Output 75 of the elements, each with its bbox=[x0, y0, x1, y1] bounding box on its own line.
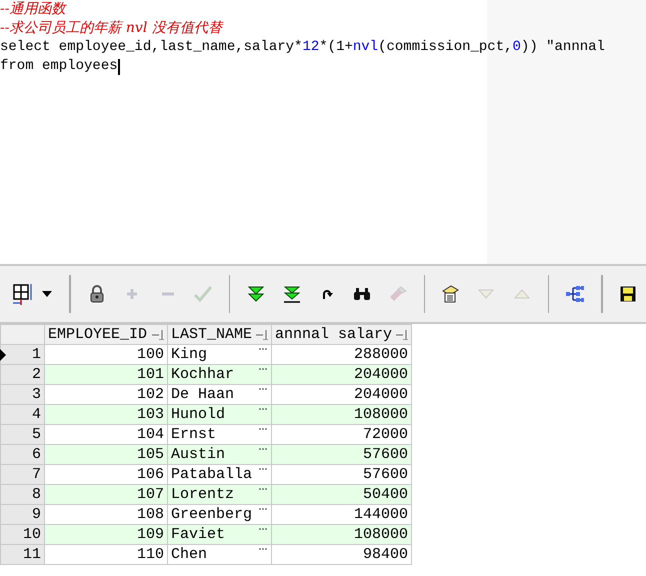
table-cell: Lorentz bbox=[168, 484, 272, 504]
code-token: *(1+ bbox=[319, 38, 353, 57]
sort-indicator-icon bbox=[256, 330, 268, 340]
text-cursor bbox=[118, 58, 120, 74]
ellipsis-icon[interactable] bbox=[258, 446, 268, 452]
ellipsis-icon[interactable] bbox=[258, 486, 268, 492]
triangle-up-icon bbox=[514, 289, 530, 299]
row-number[interactable]: 10 bbox=[0, 524, 44, 544]
table-cell: 109 bbox=[44, 524, 168, 544]
row-number[interactable]: 1 bbox=[0, 344, 44, 364]
arrow-to-end-icon bbox=[284, 286, 300, 302]
table-cell: 110 bbox=[44, 544, 168, 564]
sql-comment: --求公司员工的年薪 nvl 没有值代替 bbox=[0, 19, 222, 38]
minus-icon bbox=[162, 292, 174, 296]
code-token: (commission_pct, bbox=[378, 38, 513, 57]
sql-editor[interactable]: --通用函数 --求公司员工的年薪 nvl 没有值代替 select employee_id,last_name,salary*12*(1+nvl(commission_pct,0)) "annnal from employees bbox=[0, 0, 646, 266]
row-number[interactable]: 5 bbox=[0, 424, 44, 444]
row-number[interactable]: 3 bbox=[0, 384, 44, 404]
eraser-icon bbox=[388, 286, 407, 302]
table-cell: 103 bbox=[44, 404, 168, 424]
ellipsis-icon[interactable] bbox=[258, 366, 268, 372]
row-number[interactable]: 11 bbox=[0, 544, 44, 564]
table-cell: Faviet bbox=[168, 524, 272, 544]
table-cell: 107 bbox=[44, 484, 168, 504]
binoculars-icon bbox=[353, 287, 372, 301]
sort-indicator-icon bbox=[152, 330, 164, 340]
ellipsis-icon[interactable] bbox=[258, 426, 268, 432]
grid-icon bbox=[12, 283, 34, 305]
ellipsis-icon[interactable] bbox=[258, 546, 268, 552]
row-number[interactable]: 9 bbox=[0, 504, 44, 524]
table-cell: 57600 bbox=[272, 444, 412, 464]
refresh-icon bbox=[320, 288, 333, 300]
code-token: )) "annnal bbox=[520, 38, 605, 57]
double-down-arrow-icon bbox=[248, 286, 264, 302]
row-number[interactable]: 4 bbox=[0, 404, 44, 424]
table-cell: Kochhar bbox=[168, 364, 272, 384]
code-token: from employees bbox=[0, 57, 118, 76]
table-cell: 105 bbox=[44, 444, 168, 464]
tree-icon bbox=[565, 285, 586, 303]
save-icon bbox=[620, 286, 636, 302]
column-header[interactable]: LAST_NAME bbox=[168, 324, 272, 344]
sort-indicator-icon bbox=[396, 330, 408, 340]
column-header[interactable]: EMPLOYEE_ID bbox=[44, 324, 168, 344]
row-number[interactable]: 6 bbox=[0, 444, 44, 464]
ellipsis-icon[interactable] bbox=[258, 526, 268, 532]
table-cell: 101 bbox=[44, 364, 168, 384]
row-number[interactable]: 7 bbox=[0, 464, 44, 484]
row-number[interactable]: 2 bbox=[0, 364, 44, 384]
table-cell: 50400 bbox=[272, 484, 412, 504]
triangle-down-icon bbox=[478, 289, 494, 299]
table-cell: Austin bbox=[168, 444, 272, 464]
code-token: nvl bbox=[352, 38, 378, 57]
code-token: 12 bbox=[302, 38, 320, 57]
code-token: 0 bbox=[512, 38, 521, 57]
table-cell: 204000 bbox=[272, 364, 412, 384]
current-row-icon bbox=[0, 348, 6, 360]
documents-icon bbox=[442, 285, 460, 303]
code-token: select employee_id,last_name,salary* bbox=[0, 38, 302, 57]
caret-icon bbox=[42, 291, 52, 297]
lock-icon bbox=[90, 285, 104, 303]
table-cell: 108000 bbox=[272, 404, 412, 424]
sql-comment: --通用函数 bbox=[0, 0, 66, 19]
table-cell: Chen bbox=[168, 544, 272, 564]
ellipsis-icon[interactable] bbox=[258, 506, 268, 512]
row-number[interactable]: 8 bbox=[0, 484, 44, 504]
table-cell: 108000 bbox=[272, 524, 412, 544]
ellipsis-icon[interactable] bbox=[258, 386, 268, 392]
ellipsis-icon[interactable] bbox=[258, 406, 268, 412]
table-cell: Hunold bbox=[168, 404, 272, 424]
table-cell: 98400 bbox=[272, 544, 412, 564]
column-header[interactable]: annnal salary bbox=[272, 324, 412, 344]
ellipsis-icon[interactable] bbox=[258, 466, 268, 472]
check-icon bbox=[194, 286, 212, 302]
plus-icon bbox=[126, 288, 138, 300]
ellipsis-icon[interactable] bbox=[258, 346, 268, 352]
